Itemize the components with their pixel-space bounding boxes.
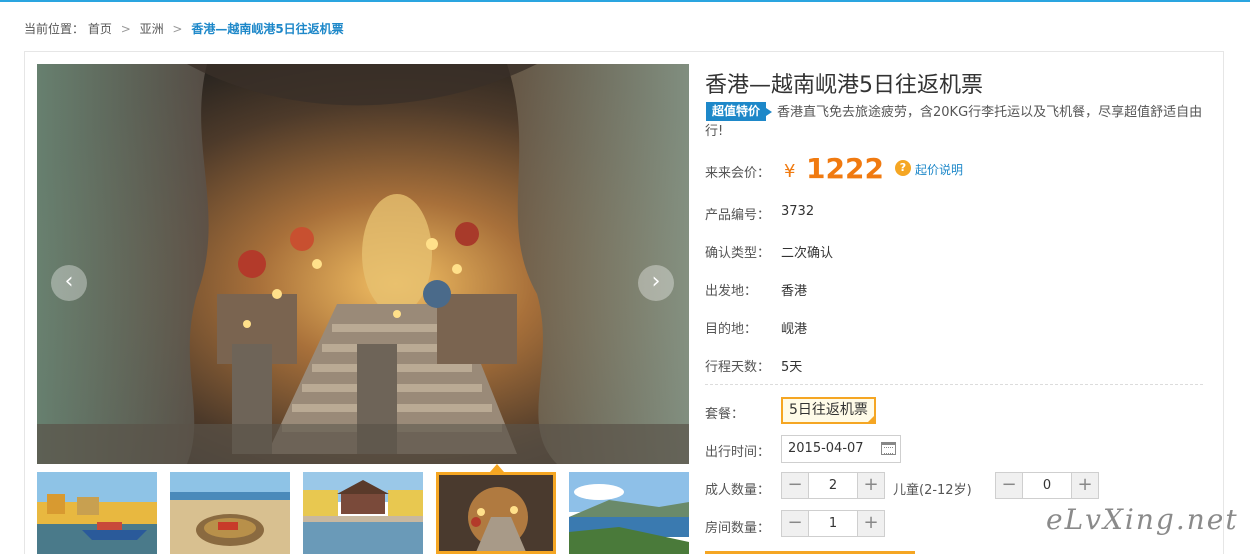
selected-corner-icon [865, 414, 876, 424]
product-code-value: 3732 [781, 204, 815, 219]
chevron-left-icon: ‹ [64, 269, 74, 294]
product-description: 香港直飞免去旅途疲劳，含20KG行李托运以及飞机餐，尽享超值舒适自由行! [705, 105, 1203, 139]
active-thumbnail-pointer [490, 464, 504, 472]
breadcrumb: 当前位置： 首页 > 亚洲 > 香港—越南岘港5日往返机票 [24, 20, 344, 37]
chevron-right-icon: › [651, 269, 661, 294]
destination-label: 目的地： [705, 322, 758, 337]
date-label: 出行时间： [705, 445, 771, 460]
product-title: 香港—越南岘港5日往返机票 [705, 73, 983, 98]
package-option-label: 5日往返机票 [789, 402, 868, 418]
section-divider [705, 384, 1203, 385]
price-label: 来来会价： [705, 166, 771, 181]
trip-days-label: 行程天数： [705, 360, 771, 375]
departure-value: 香港 [781, 284, 808, 299]
room-count-label: 房间数量： [705, 521, 771, 536]
thumbnail-marble-mountain-cave[interactable] [436, 472, 556, 554]
package-option-selected[interactable]: 5日往返机票 [781, 397, 876, 424]
child-decrement-button[interactable]: − [996, 473, 1022, 498]
top-accent-line [0, 0, 1250, 2]
travel-date-input[interactable]: 2015-04-07 [781, 435, 901, 463]
child-increment-button[interactable]: + [1072, 473, 1098, 498]
child-count-stepper: − 0 + [995, 472, 1099, 499]
trip-days-value: 5天 [781, 360, 803, 375]
room-count-input[interactable]: 1 [808, 511, 858, 536]
breadcrumb-separator: > [172, 22, 183, 36]
room-count-stepper: − 1 + [781, 510, 885, 537]
breadcrumb-prefix: 当前位置： [24, 22, 85, 36]
currency-symbol: ¥ [784, 161, 796, 182]
destination-value: 岘港 [781, 322, 808, 337]
departure-label: 出发地： [705, 284, 758, 299]
price-explanation-link[interactable]: 起价说明 [915, 161, 963, 178]
breadcrumb-separator: > [120, 22, 131, 36]
child-count-label: 儿童(2-12岁) [893, 483, 972, 498]
confirm-type-value: 二次确认 [781, 246, 834, 261]
question-icon[interactable]: ? [895, 160, 911, 176]
breadcrumb-current[interactable]: 香港—越南岘港5日往返机票 [191, 20, 343, 37]
travel-date-value: 2015-04-07 [788, 441, 864, 456]
package-label: 套餐： [705, 407, 745, 422]
gallery-next-button[interactable]: › [638, 265, 674, 301]
child-count-input[interactable]: 0 [1022, 473, 1072, 498]
breadcrumb-home-link[interactable]: 首页 [88, 20, 112, 37]
adult-count-label: 成人数量： [705, 483, 771, 498]
thumbnail-hoi-an-river-boats[interactable] [37, 472, 157, 554]
breadcrumb-region-link[interactable]: 亚洲 [140, 20, 164, 37]
confirm-type-label: 确认类型： [705, 246, 771, 261]
adult-increment-button[interactable]: + [858, 473, 884, 498]
room-decrement-button[interactable]: − [782, 511, 808, 536]
adult-count-stepper: − 2 + [781, 472, 885, 499]
adult-count-input[interactable]: 2 [808, 473, 858, 498]
price-value: 1222 [806, 152, 884, 185]
room-increment-button[interactable]: + [858, 511, 884, 536]
main-product-image [37, 64, 689, 464]
thumbnail-japanese-bridge[interactable] [303, 472, 423, 554]
adult-decrement-button[interactable]: − [782, 473, 808, 498]
thumbnail-coastal-bay[interactable] [569, 472, 689, 554]
calendar-icon[interactable] [881, 442, 896, 455]
gallery-prev-button[interactable]: ‹ [51, 265, 87, 301]
site-watermark: eLvXing.net [1046, 503, 1239, 536]
product-code-label: 产品编号： [705, 208, 771, 223]
thumbnail-beach-basket-boat[interactable] [170, 472, 290, 554]
